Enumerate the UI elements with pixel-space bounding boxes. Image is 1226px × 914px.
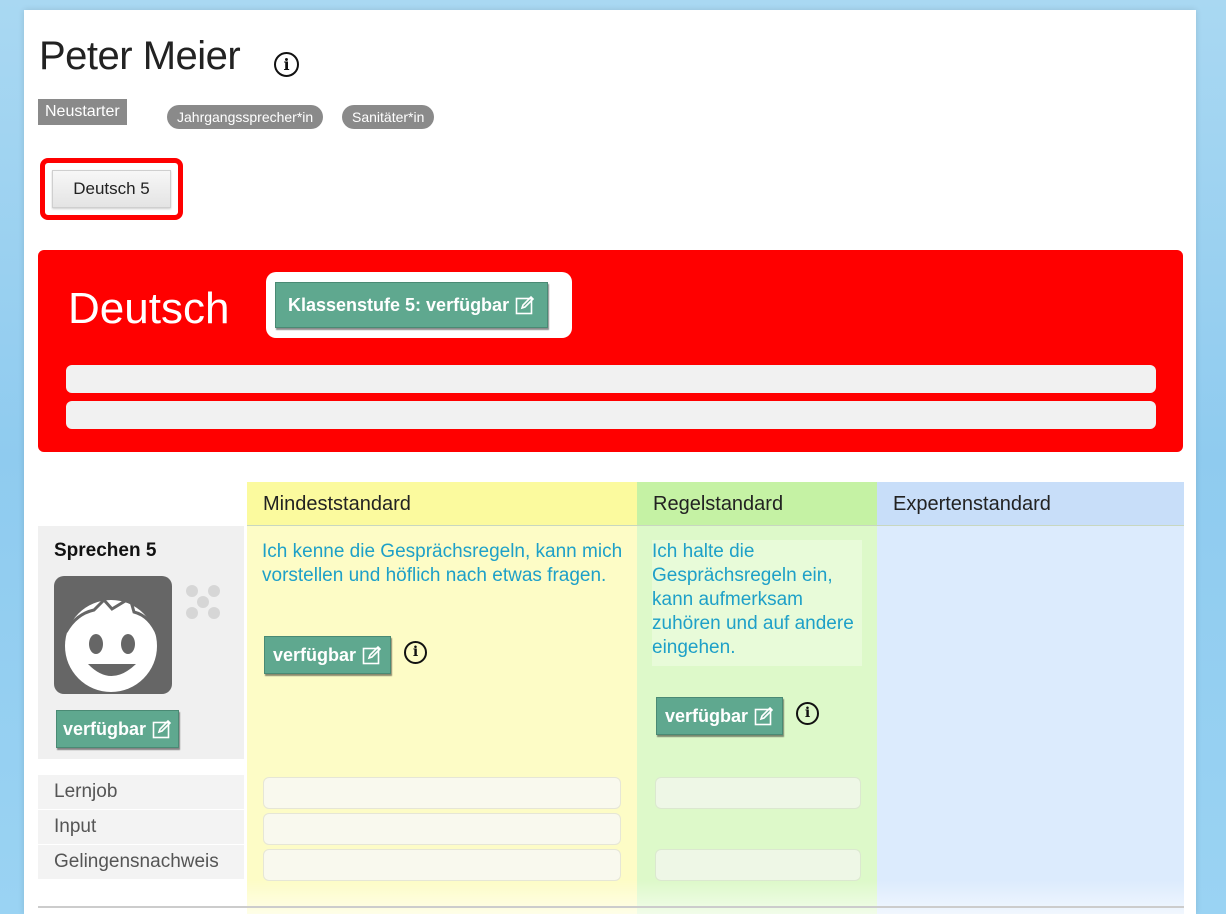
competence-availability-button[interactable]: verfügbar (56, 710, 180, 748)
column-expertenstandard (877, 482, 1184, 914)
edit-icon (152, 719, 172, 739)
bottom-divider (38, 906, 1184, 908)
info-icon[interactable]: i (404, 641, 427, 664)
subject-tab-highlight: Deutsch 5 (40, 158, 183, 220)
regel-button-label: verfügbar (665, 705, 749, 726)
row-label-lernjob: Lernjob (38, 775, 244, 809)
role-badge-2: Sanitäter*in (342, 105, 435, 129)
subject-bar-2 (66, 401, 1156, 429)
lernjob-slot-regel[interactable] (655, 777, 861, 809)
dots-pattern-icon[interactable] (185, 584, 221, 620)
mindeststandard-availability-button[interactable]: verfügbar (264, 636, 392, 674)
level-availability-button[interactable]: Klassenstufe 5: verfügbar (275, 282, 549, 328)
subject-panel: Deutsch Klassenstufe 5: verfügbar (38, 250, 1183, 452)
mindeststandard-description: Ich kenne die Gesprächsregeln, kann mich… (262, 541, 623, 586)
header-expertenstandard: Expertenstandard (877, 482, 1184, 526)
edit-icon (362, 645, 382, 665)
header-mindeststandard: Mindeststandard (247, 482, 637, 526)
info-icon[interactable]: i (796, 702, 819, 725)
regelstandard-availability-button[interactable]: verfügbar (656, 697, 784, 735)
header-regelstandard: Regelstandard (637, 482, 877, 526)
status-badge: Neustarter (38, 99, 127, 125)
input-slot-min[interactable] (263, 813, 621, 845)
regelstandard-description: Ich halte die Gesprächsregeln ein, kann … (652, 540, 862, 666)
info-icon[interactable]: i (274, 52, 299, 77)
competence-button-label: verfügbar (63, 718, 147, 739)
role-badge-1: Jahrgangssprecher*in (167, 105, 324, 129)
smiley-avatar-icon (54, 576, 172, 694)
student-card: Peter Meier i Neustarter Jahrgangssprech… (24, 10, 1196, 914)
edit-icon (515, 295, 535, 315)
gelingensnachweis-slot-min[interactable] (263, 849, 621, 881)
competence-cell: Sprechen 5 verfügbar (38, 526, 244, 759)
subject-tab-deutsch-5[interactable]: Deutsch 5 (52, 170, 171, 208)
edit-icon (754, 706, 774, 726)
level-button-label: Klassenstufe 5: verfügbar (288, 294, 510, 315)
subject-title: Deutsch (68, 284, 230, 333)
subject-bar-1 (66, 365, 1156, 393)
level-button-frame: Klassenstufe 5: verfügbar (266, 272, 572, 338)
lernjob-slot-min[interactable] (263, 777, 621, 809)
student-name: Peter Meier (39, 34, 241, 78)
min-button-label: verfügbar (273, 644, 357, 665)
bottom-fade (24, 880, 1196, 914)
gelingensnachweis-slot-regel[interactable] (655, 849, 861, 881)
row-label-input: Input (38, 810, 244, 844)
competence-title: Sprechen 5 (54, 540, 157, 561)
row-label-gelingensnachweis: Gelingensnachweis (38, 845, 244, 879)
